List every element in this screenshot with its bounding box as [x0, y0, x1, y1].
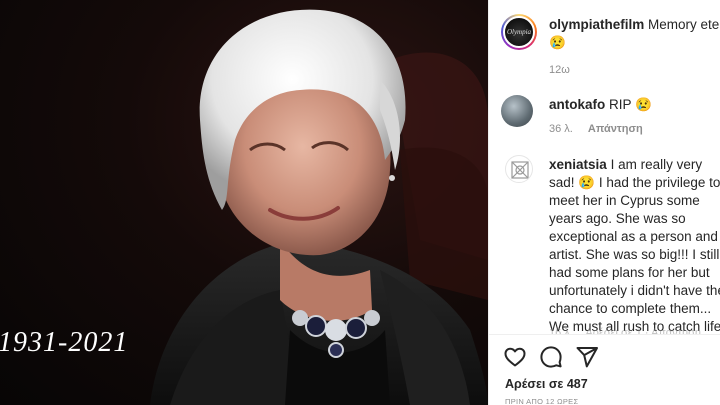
comment-icon[interactable]	[539, 345, 563, 369]
comment-emoji: 😢	[635, 97, 652, 112]
reply-button[interactable]: Απάντηση	[588, 123, 643, 135]
caption-timestamp[interactable]: 12ω	[549, 64, 570, 76]
commenter-avatar[interactable]	[505, 155, 533, 183]
comment-username[interactable]: xeniatsia	[549, 157, 607, 172]
comment-text: antokafo RIP 😢	[549, 96, 652, 114]
post-photo: 1931-2021	[0, 0, 488, 405]
caption-emoji: 😢	[549, 35, 566, 50]
post-timestamp: ΠΡΙΝ ΑΠΟ 12 ΩΡΕΣ	[505, 397, 579, 405]
years-overlay: 1931-2021	[0, 327, 129, 358]
comment-timestamp[interactable]: 36 λ.	[549, 123, 573, 135]
comment-body: RIP	[609, 97, 632, 112]
post-actions: Αρέσει σε 487 ΠΡΙΝ ΑΠΟ 12 ΩΡΕΣ	[489, 334, 720, 405]
heart-icon[interactable]	[503, 345, 527, 369]
comment-username[interactable]: antokafo	[549, 97, 605, 112]
likes-number: 487	[566, 377, 588, 391]
commenter-avatar[interactable]	[501, 95, 533, 127]
likes-prefix: Αρέσει σε	[505, 377, 564, 391]
profile-avatar[interactable]: Olympia	[501, 14, 537, 50]
caption-text: olympiathefilm Memory eternal 😢	[549, 16, 720, 52]
comments-panel: Olympia olympiathefilm Memory eternal 😢 …	[488, 0, 720, 405]
comment-meta: 36 λ. Απάντηση	[549, 123, 643, 135]
share-icon[interactable]	[575, 345, 599, 369]
caption-username[interactable]: olympiathefilm	[549, 17, 644, 32]
likes-count[interactable]: Αρέσει σε 487	[505, 377, 588, 391]
pattern-avatar-icon	[511, 161, 529, 179]
avatar-label: Olympia	[506, 28, 532, 36]
caption-body: Memory eternal	[648, 17, 720, 32]
